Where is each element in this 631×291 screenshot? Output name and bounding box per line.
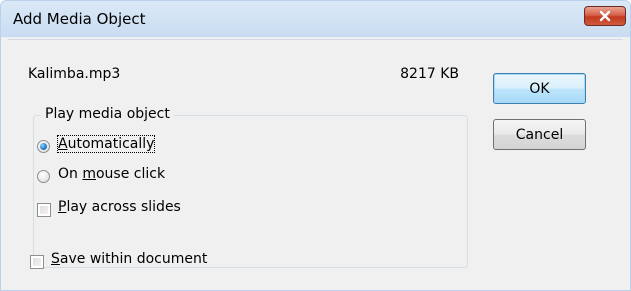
checkbox-save-within-document[interactable] — [30, 255, 44, 269]
label-on-mouse-click[interactable]: On mouse click — [58, 166, 165, 182]
group-legend: Play media object — [41, 106, 174, 122]
accel-automatically: A — [58, 136, 68, 152]
dialog-title: Add Media Object — [13, 10, 146, 28]
label-automatically-rest: utomatically — [67, 136, 155, 152]
accel-on-mouse-click: m — [82, 166, 96, 182]
label-on-mouse-click-rest: ouse click — [95, 166, 166, 182]
label-automatically[interactable]: Automatically — [56, 135, 156, 153]
radio-selected-dot — [40, 143, 47, 150]
title-bar[interactable]: Add Media Object — [1, 1, 630, 37]
radio-automatically[interactable] — [37, 140, 50, 153]
file-name: Kalimba.mp3 — [28, 66, 121, 82]
label-play-across-slides[interactable]: Play across slides — [58, 199, 181, 215]
close-icon — [599, 10, 611, 22]
accel-save-within-document: S — [51, 251, 60, 267]
close-button[interactable] — [584, 6, 626, 26]
file-size: 8217 KB — [400, 66, 459, 82]
add-media-object-dialog: Add Media Object Kalimba.mp3 8217 KB OK … — [0, 0, 631, 291]
label-play-across-slides-rest: lay across slides — [66, 199, 181, 215]
radio-on-mouse-click[interactable] — [37, 170, 50, 183]
dialog-body: Kalimba.mp3 8217 KB OK Cancel Play media… — [8, 39, 623, 285]
cancel-button[interactable]: Cancel — [493, 119, 586, 150]
checkbox-play-across-slides[interactable] — [37, 203, 51, 217]
label-on-mouse-click-pre: On — [58, 166, 83, 182]
label-save-within-document[interactable]: Save within document — [51, 251, 207, 267]
label-save-within-document-rest: ave within document — [59, 251, 208, 267]
ok-button[interactable]: OK — [493, 73, 586, 104]
